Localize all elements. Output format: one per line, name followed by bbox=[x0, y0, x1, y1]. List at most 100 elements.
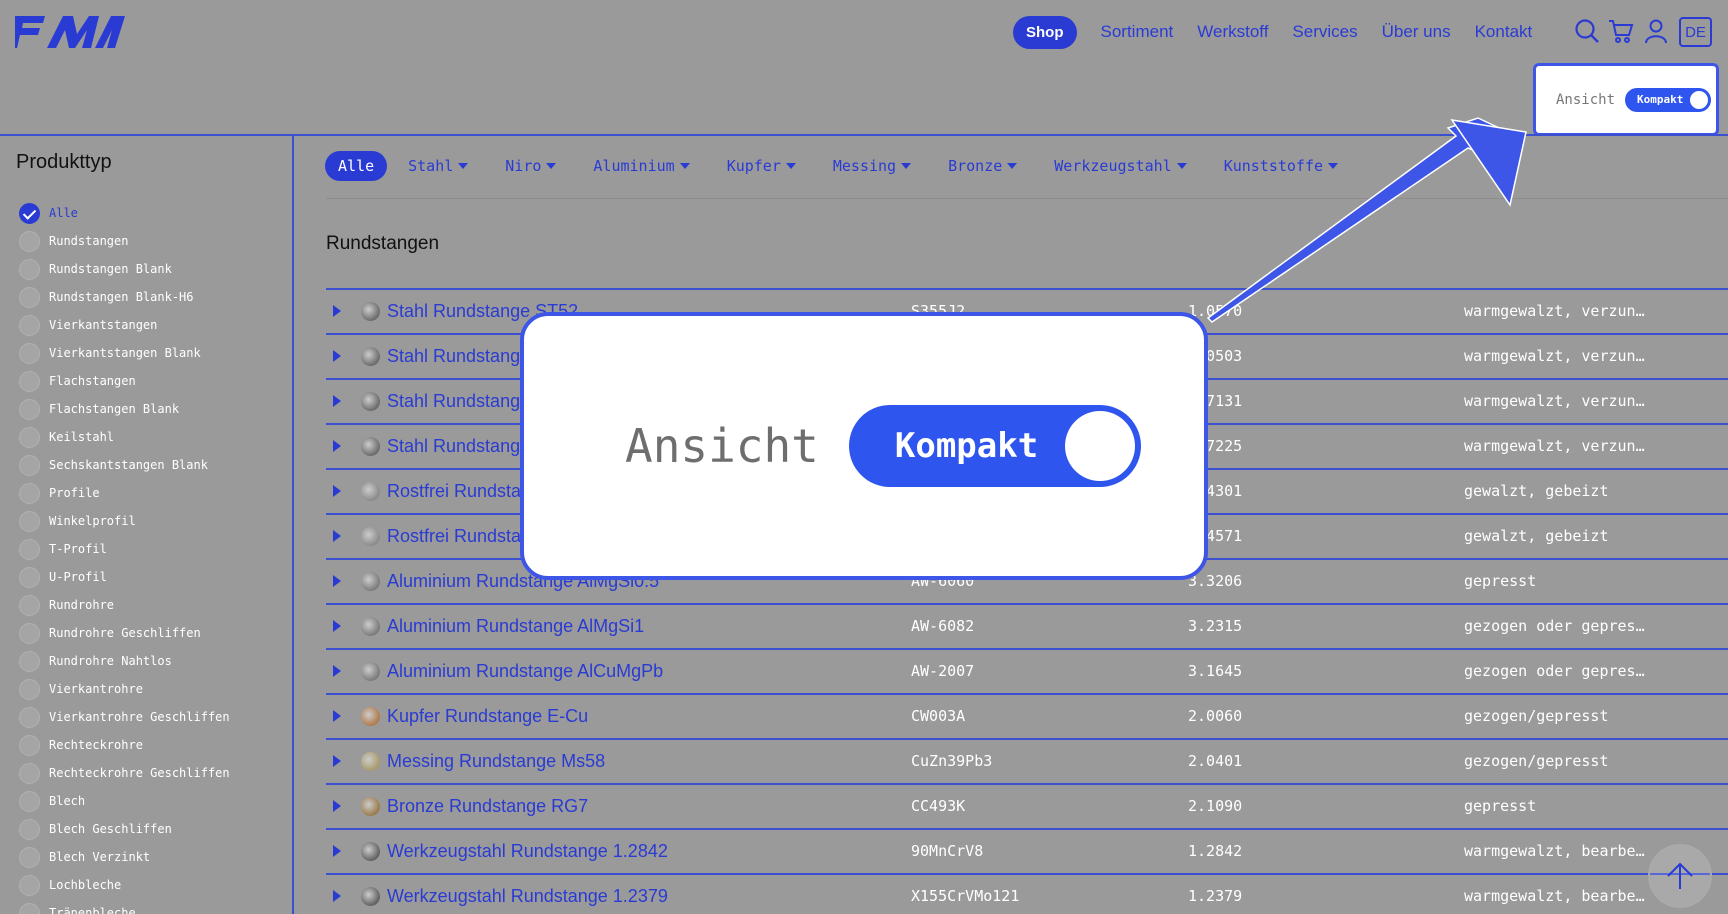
checkbox-icon[interactable] bbox=[19, 538, 40, 560]
expand-arrow-icon[interactable] bbox=[333, 485, 341, 497]
checkbox-icon[interactable] bbox=[19, 510, 40, 532]
checkbox-icon[interactable] bbox=[19, 874, 40, 896]
checkbox-icon[interactable] bbox=[19, 482, 40, 504]
sidebar-item[interactable]: Vierkantstangen Blank bbox=[19, 339, 230, 367]
nav-ueber-uns[interactable]: Über uns bbox=[1382, 22, 1451, 42]
checkbox-icon[interactable] bbox=[19, 706, 40, 728]
sidebar-item[interactable]: Rundrohre bbox=[19, 591, 230, 619]
sidebar-item[interactable]: Rundrohre Nahtlos bbox=[19, 647, 230, 675]
checkbox-checked-icon[interactable] bbox=[19, 202, 40, 224]
expand-arrow-icon[interactable] bbox=[333, 845, 341, 857]
checkbox-icon[interactable] bbox=[19, 426, 40, 448]
tab-alle[interactable]: Alle bbox=[325, 151, 388, 181]
sidebar-item[interactable]: Winkelprofil bbox=[19, 507, 230, 535]
product-name[interactable]: Stahl Rundstange bbox=[387, 346, 530, 367]
sidebar-item[interactable]: Flachstangen Blank bbox=[19, 395, 230, 423]
sidebar-item[interactable]: Profile bbox=[19, 479, 230, 507]
product-name[interactable]: Aluminium Rundstange AlMgSi1 bbox=[387, 616, 644, 637]
expand-arrow-icon[interactable] bbox=[333, 530, 341, 542]
tab-bronze[interactable]: Bronze bbox=[948, 157, 1018, 175]
checkbox-icon[interactable] bbox=[19, 258, 40, 280]
checkbox-icon[interactable] bbox=[19, 286, 40, 308]
tab-kupfer[interactable]: Kupfer bbox=[727, 157, 796, 175]
sidebar-item[interactable]: Rechteckrohre bbox=[19, 731, 230, 759]
product-name[interactable]: Werkzeugstahl Rundstange 1.2842 bbox=[387, 841, 668, 862]
expand-arrow-icon[interactable] bbox=[333, 890, 341, 902]
table-row[interactable]: Werkzeugstahl Rundstange 1.2379 X155CrVMo… bbox=[326, 873, 1728, 914]
checkbox-icon[interactable] bbox=[19, 902, 40, 914]
user-icon[interactable] bbox=[1642, 16, 1670, 46]
sidebar-item[interactable]: Lochbleche bbox=[19, 871, 230, 899]
table-row[interactable]: Aluminium Rundstange AlMgSi1 AW-6082 3.231… bbox=[326, 603, 1728, 648]
search-icon[interactable] bbox=[1573, 16, 1601, 46]
nav-services[interactable]: Services bbox=[1292, 22, 1357, 42]
sidebar-item[interactable]: Flachstangen bbox=[19, 367, 230, 395]
sidebar-item[interactable]: Blech bbox=[19, 787, 230, 815]
tab-werkzeugstahl[interactable]: Werkzeugstahl bbox=[1054, 157, 1187, 175]
expand-arrow-icon[interactable] bbox=[333, 665, 341, 677]
checkbox-icon[interactable] bbox=[19, 818, 40, 840]
checkbox-icon[interactable] bbox=[19, 678, 40, 700]
sidebar-item[interactable]: Keilstahl bbox=[19, 423, 230, 451]
nav-werkstoff[interactable]: Werkstoff bbox=[1197, 22, 1268, 42]
table-row[interactable]: Aluminium Rundstange AlCuMgPb AW-2007 3.16… bbox=[326, 648, 1728, 693]
sidebar-item[interactable]: Rundstangen Blank bbox=[19, 255, 230, 283]
sidebar-item[interactable]: Alle bbox=[19, 199, 230, 227]
nav-kontakt[interactable]: Kontakt bbox=[1475, 22, 1533, 42]
checkbox-icon[interactable] bbox=[19, 622, 40, 644]
checkbox-icon[interactable] bbox=[19, 790, 40, 812]
checkbox-icon[interactable] bbox=[19, 734, 40, 756]
checkbox-icon[interactable] bbox=[19, 650, 40, 672]
expand-arrow-icon[interactable] bbox=[333, 305, 341, 317]
back-to-top-button[interactable] bbox=[1648, 844, 1712, 908]
checkbox-icon[interactable] bbox=[19, 762, 40, 784]
sidebar-item[interactable]: Rundstangen Blank-H6 bbox=[19, 283, 230, 311]
table-row[interactable]: Werkzeugstahl Rundstange 1.2842 90MnCrV8 1… bbox=[326, 828, 1728, 873]
zoom-view-toggle[interactable]: Kompakt bbox=[848, 405, 1141, 487]
checkbox-icon[interactable] bbox=[19, 454, 40, 476]
expand-arrow-icon[interactable] bbox=[333, 575, 341, 587]
expand-arrow-icon[interactable] bbox=[333, 710, 341, 722]
product-name[interactable]: Werkzeugstahl Rundstange 1.2379 bbox=[387, 886, 668, 907]
tab-aluminium[interactable]: Aluminium bbox=[593, 157, 690, 175]
cart-icon[interactable] bbox=[1607, 16, 1635, 46]
checkbox-icon[interactable] bbox=[19, 370, 40, 392]
tab-stahl[interactable]: Stahl bbox=[408, 157, 469, 175]
sidebar-item[interactable]: Vierkantrohre bbox=[19, 675, 230, 703]
tab-kunststoffe[interactable]: Kunststoffe bbox=[1224, 157, 1339, 175]
checkbox-icon[interactable] bbox=[19, 846, 40, 868]
expand-arrow-icon[interactable] bbox=[333, 350, 341, 362]
sidebar-item[interactable]: Blech Geschliffen bbox=[19, 815, 230, 843]
product-name[interactable]: Messing Rundstange Ms58 bbox=[387, 751, 605, 772]
brand-logo[interactable] bbox=[15, 16, 125, 48]
product-name[interactable]: Bronze Rundstange RG7 bbox=[387, 796, 588, 817]
table-row[interactable]: Bronze Rundstange RG7 CC493K 2.1090 gepress… bbox=[326, 783, 1728, 828]
sidebar-item[interactable]: Vierkantrohre Geschliffen bbox=[19, 703, 230, 731]
sidebar-item[interactable]: U-Profil bbox=[19, 563, 230, 591]
checkbox-icon[interactable] bbox=[19, 594, 40, 616]
product-name[interactable]: Stahl Rundstange bbox=[387, 391, 530, 412]
sidebar-item[interactable]: Rundrohre Geschliffen bbox=[19, 619, 230, 647]
checkbox-icon[interactable] bbox=[19, 566, 40, 588]
product-name[interactable]: Stahl Rundstange bbox=[387, 436, 530, 457]
language-switch[interactable]: DE bbox=[1679, 17, 1712, 47]
table-row[interactable]: Kupfer Rundstange E-Cu CW003A 2.0060 gezoge… bbox=[326, 693, 1728, 738]
expand-arrow-icon[interactable] bbox=[333, 800, 341, 812]
expand-arrow-icon[interactable] bbox=[333, 620, 341, 632]
tab-niro[interactable]: Niro bbox=[505, 157, 557, 175]
expand-arrow-icon[interactable] bbox=[333, 755, 341, 767]
product-name[interactable]: Kupfer Rundstange E-Cu bbox=[387, 706, 588, 727]
checkbox-icon[interactable] bbox=[19, 342, 40, 364]
checkbox-icon[interactable] bbox=[19, 398, 40, 420]
sidebar-item[interactable]: Tränenbleche bbox=[19, 899, 230, 914]
expand-arrow-icon[interactable] bbox=[333, 395, 341, 407]
sidebar-item[interactable]: Vierkantstangen bbox=[19, 311, 230, 339]
nav-shop[interactable]: Shop bbox=[1013, 15, 1077, 49]
table-row[interactable]: Messing Rundstange Ms58 CuZn39Pb3 2.0401 ge… bbox=[326, 738, 1728, 783]
expand-arrow-icon[interactable] bbox=[333, 440, 341, 452]
view-toggle-switch[interactable]: Kompakt bbox=[1625, 87, 1712, 112]
checkbox-icon[interactable] bbox=[19, 314, 40, 336]
product-name[interactable]: Aluminium Rundstange AlCuMgPb bbox=[387, 661, 663, 682]
sidebar-item[interactable]: Rundstangen bbox=[19, 227, 230, 255]
tab-messing[interactable]: Messing bbox=[833, 157, 912, 175]
